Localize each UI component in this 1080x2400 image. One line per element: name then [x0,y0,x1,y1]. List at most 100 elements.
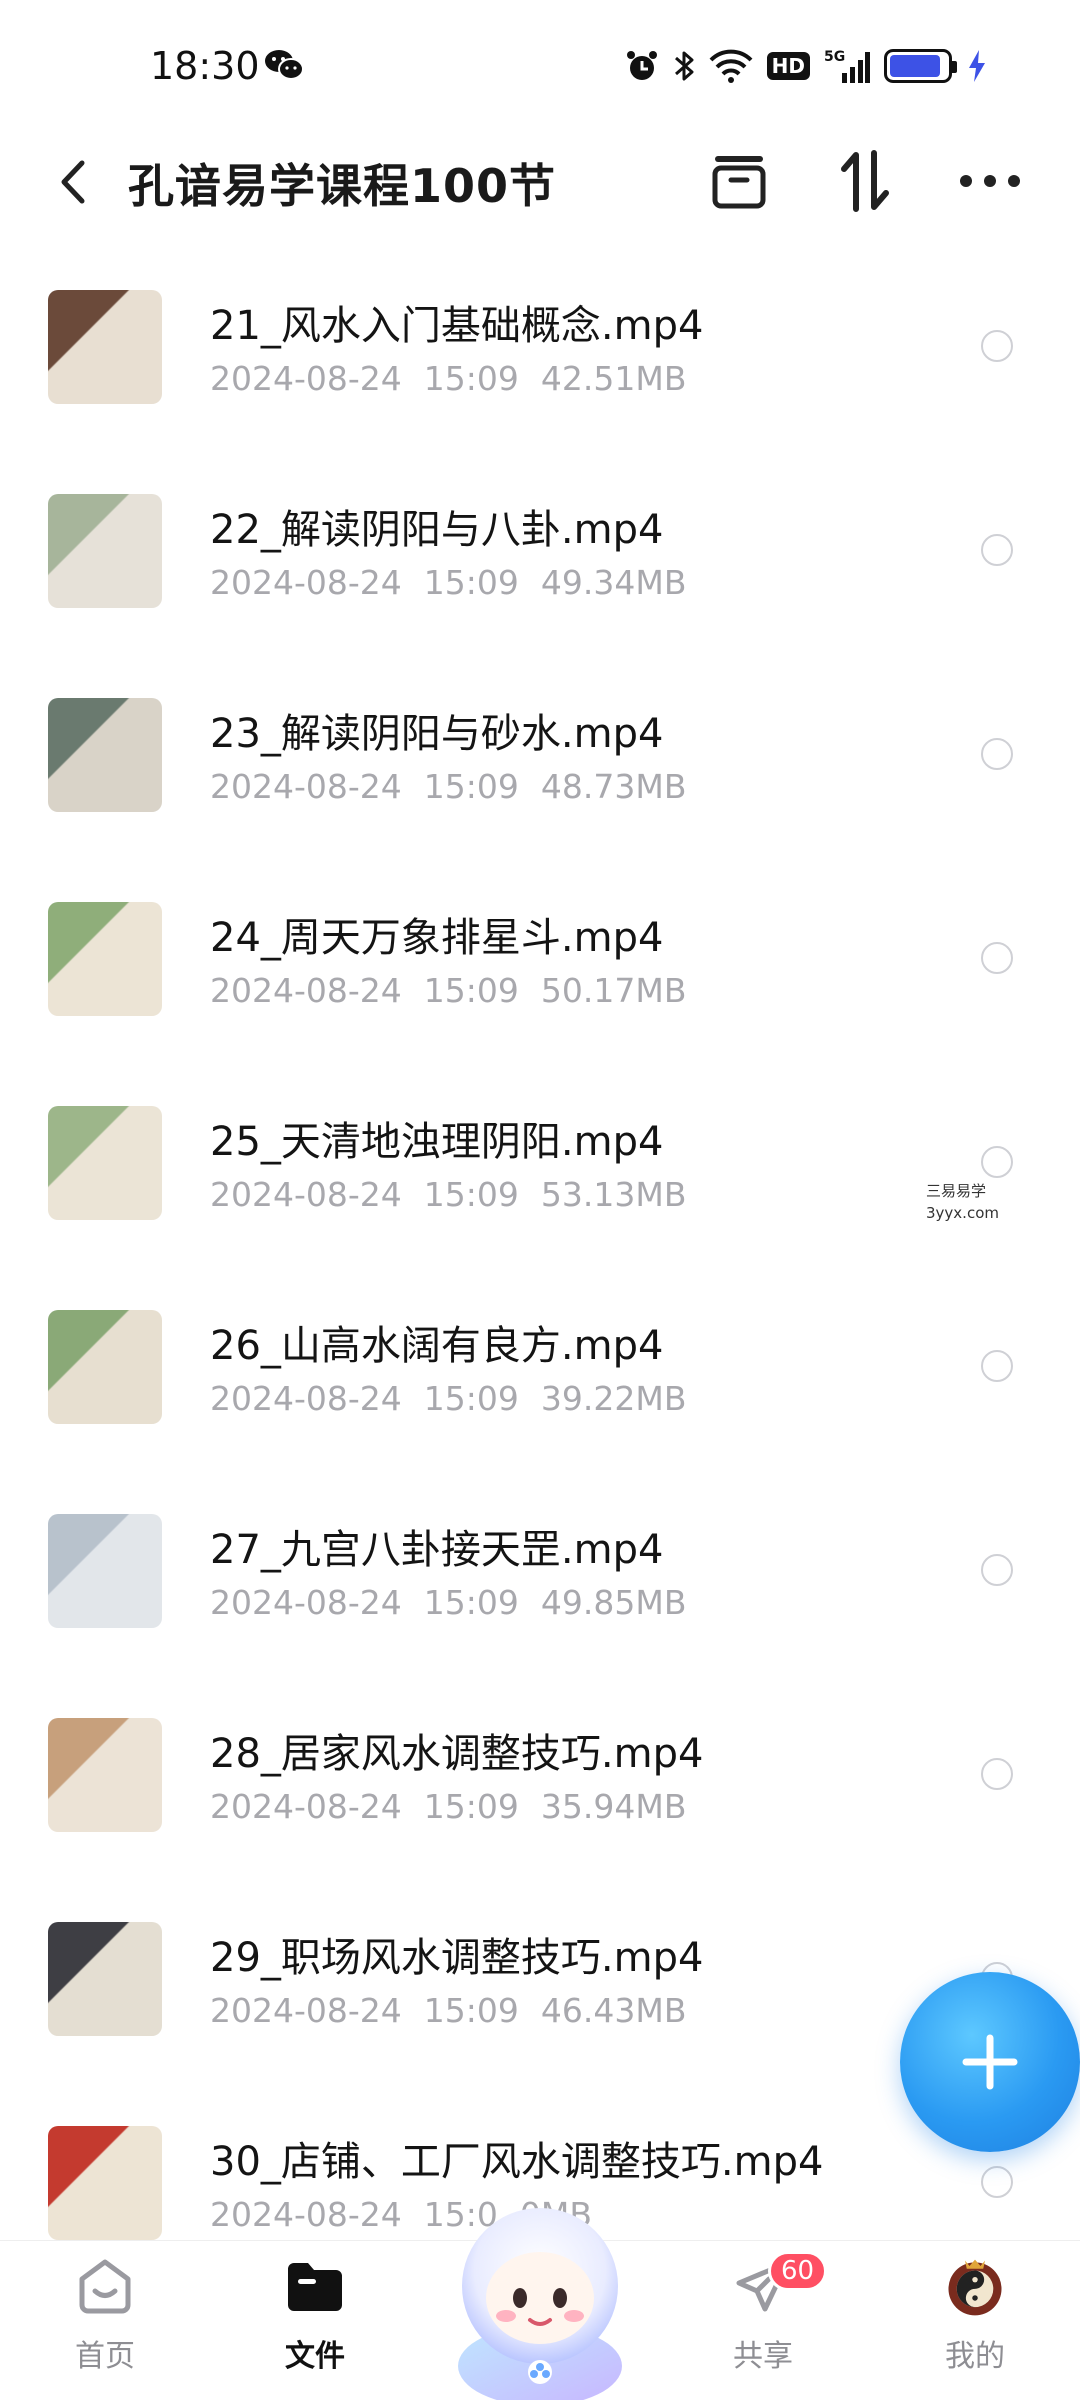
file-meta: 2024-08-24 15:09 49.85MB [210,1583,708,1622]
file-meta: 2024-08-24 15:09 35.94MB [210,1787,708,1826]
nav-mine-label: 我的 [945,2339,1005,2374]
watermark-line1: 三易易学 [926,1182,987,1200]
select-radio[interactable] [981,1758,1013,1790]
bluetooth-icon [673,47,695,85]
nav-home[interactable]: 首页 [30,2255,180,2395]
file-meta: 2024-08-24 15:09 53.13MB [210,1175,708,1214]
assistant-mascot[interactable] [430,2176,650,2400]
nav-share[interactable]: 60 共享 [688,2251,838,2395]
select-radio[interactable] [981,1350,1013,1382]
wifi-icon [709,47,753,85]
nav-files-label: 文件 [285,2339,345,2374]
file-row[interactable]: 23_解读阴阳与砂水.mp4 2024-08-24 15:09 48.73MB [0,653,1080,857]
select-radio[interactable] [981,330,1013,362]
file-name: 26_山高水阔有良方.mp4 [210,1323,664,1369]
file-meta: 2024-08-24 15:09 39.22MB [210,1379,708,1418]
file-name: 25_天清地浊理阴阳.mp4 [210,1119,664,1165]
video-thumbnail [48,698,162,812]
more-button[interactable] [955,148,1025,214]
screen: 18:30 HD 5G 孔谙易学课程100节 21_风水入门基础概念.mp4 2… [0,0,1080,2400]
video-thumbnail [48,1718,162,1832]
video-thumbnail [48,494,162,608]
file-row[interactable]: 27_九宫八卦接天罡.mp4 2024-08-24 15:09 49.85MB [0,1469,1080,1673]
file-time: 15:09 [423,767,519,806]
hd-icon: HD [766,47,810,85]
video-thumbnail [48,902,162,1016]
file-time: 15:09 [423,1175,519,1214]
file-meta: 2024-08-24 15:09 46.43MB [210,1991,708,2030]
file-size: 35.94MB [540,1787,687,1826]
back-button[interactable] [48,154,98,210]
select-radio[interactable] [981,534,1013,566]
file-date: 2024-08-24 [210,1991,402,2030]
file-name: 28_居家风水调整技巧.mp4 [210,1731,704,1777]
file-time: 15:09 [423,359,519,398]
file-name: 29_职场风水调整技巧.mp4 [210,1935,704,1981]
plus-icon [962,2034,1018,2090]
file-list: 21_风水入门基础概念.mp4 2024-08-24 15:09 42.51MB 22_… [0,245,1080,2285]
file-name: 23_解读阴阳与砂水.mp4 [210,711,664,757]
home-icon [73,2255,137,2319]
svg-text:5G: 5G [824,49,845,65]
file-date: 2024-08-24 [210,971,402,1010]
file-meta: 2024-08-24 15:09 42.51MB [210,359,708,398]
select-radio[interactable] [981,1554,1013,1586]
file-time: 15:09 [423,1583,519,1622]
status-icons: HD 5G [625,46,988,86]
file-date: 2024-08-24 [210,2195,402,2234]
file-size: 49.85MB [540,1583,687,1622]
nav-mine[interactable]: 我的 [900,2255,1050,2395]
file-row[interactable]: 25_天清地浊理阴阳.mp4 2024-08-24 15:09 53.13MB [0,1061,1080,1265]
avatar [943,2255,1007,2319]
nav-files[interactable]: 文件 [240,2255,390,2395]
file-size: 53.13MB [540,1175,687,1214]
page-title: 孔谙易学课程100节 [128,159,557,213]
battery-icon [884,47,957,85]
select-radio[interactable] [981,942,1013,974]
file-date: 2024-08-24 [210,1175,402,1214]
file-meta: 2024-08-24 15:09 48.73MB [210,767,708,806]
file-time: 15:09 [423,1379,519,1418]
file-name: 27_九宫八卦接天罡.mp4 [210,1527,664,1573]
video-thumbnail [48,1106,162,1220]
nav-share-label: 共享 [733,2339,793,2374]
file-date: 2024-08-24 [210,1583,402,1622]
select-mode-button[interactable] [704,148,774,214]
file-time: 15:09 [423,1991,519,2030]
sort-button[interactable] [830,148,900,214]
file-name: 22_解读阴阳与八卦.mp4 [210,507,664,553]
file-size: 46.43MB [540,1991,687,2030]
charging-icon [966,47,988,85]
select-radio[interactable] [981,2166,1013,2198]
nav-home-label: 首页 [75,2339,135,2374]
select-radio[interactable] [981,1146,1013,1178]
file-date: 2024-08-24 [210,1787,402,1826]
file-row[interactable]: 24_周天万象排星斗.mp4 2024-08-24 15:09 50.17MB [0,857,1080,1061]
file-meta: 2024-08-24 15:09 50.17MB [210,971,708,1010]
file-date: 2024-08-24 [210,767,402,806]
file-size: 50.17MB [540,971,687,1010]
file-date: 2024-08-24 [210,1379,402,1418]
status-time: 18:30 [150,44,260,88]
file-name: 21_风水入门基础概念.mp4 [210,303,704,349]
file-time: 15:09 [423,971,519,1010]
archive-icon [712,156,766,209]
file-name: 24_周天万象排星斗.mp4 [210,915,664,961]
select-radio[interactable] [981,738,1013,770]
file-size: 48.73MB [540,767,687,806]
more-icon [960,175,1020,187]
video-thumbnail [48,290,162,404]
file-date: 2024-08-24 [210,359,402,398]
video-thumbnail [48,1922,162,2036]
file-row[interactable]: 26_山高水阔有良方.mp4 2024-08-24 15:09 39.22MB [0,1265,1080,1469]
file-row[interactable]: 28_居家风水调整技巧.mp4 2024-08-24 15:09 35.94MB [0,1673,1080,1877]
share-badge: 60 [768,2251,828,2291]
watermark: 三易易学 3yyx.com [922,1178,1003,1226]
add-button[interactable] [900,1972,1080,2152]
file-size: 42.51MB [540,359,687,398]
chevron-left-icon [61,160,85,204]
file-meta: 2024-08-24 15:09 49.34MB [210,563,708,602]
file-row[interactable]: 21_风水入门基础概念.mp4 2024-08-24 15:09 42.51MB [0,245,1080,449]
video-thumbnail [48,1310,162,1424]
file-row[interactable]: 22_解读阴阳与八卦.mp4 2024-08-24 15:09 49.34MB [0,449,1080,653]
